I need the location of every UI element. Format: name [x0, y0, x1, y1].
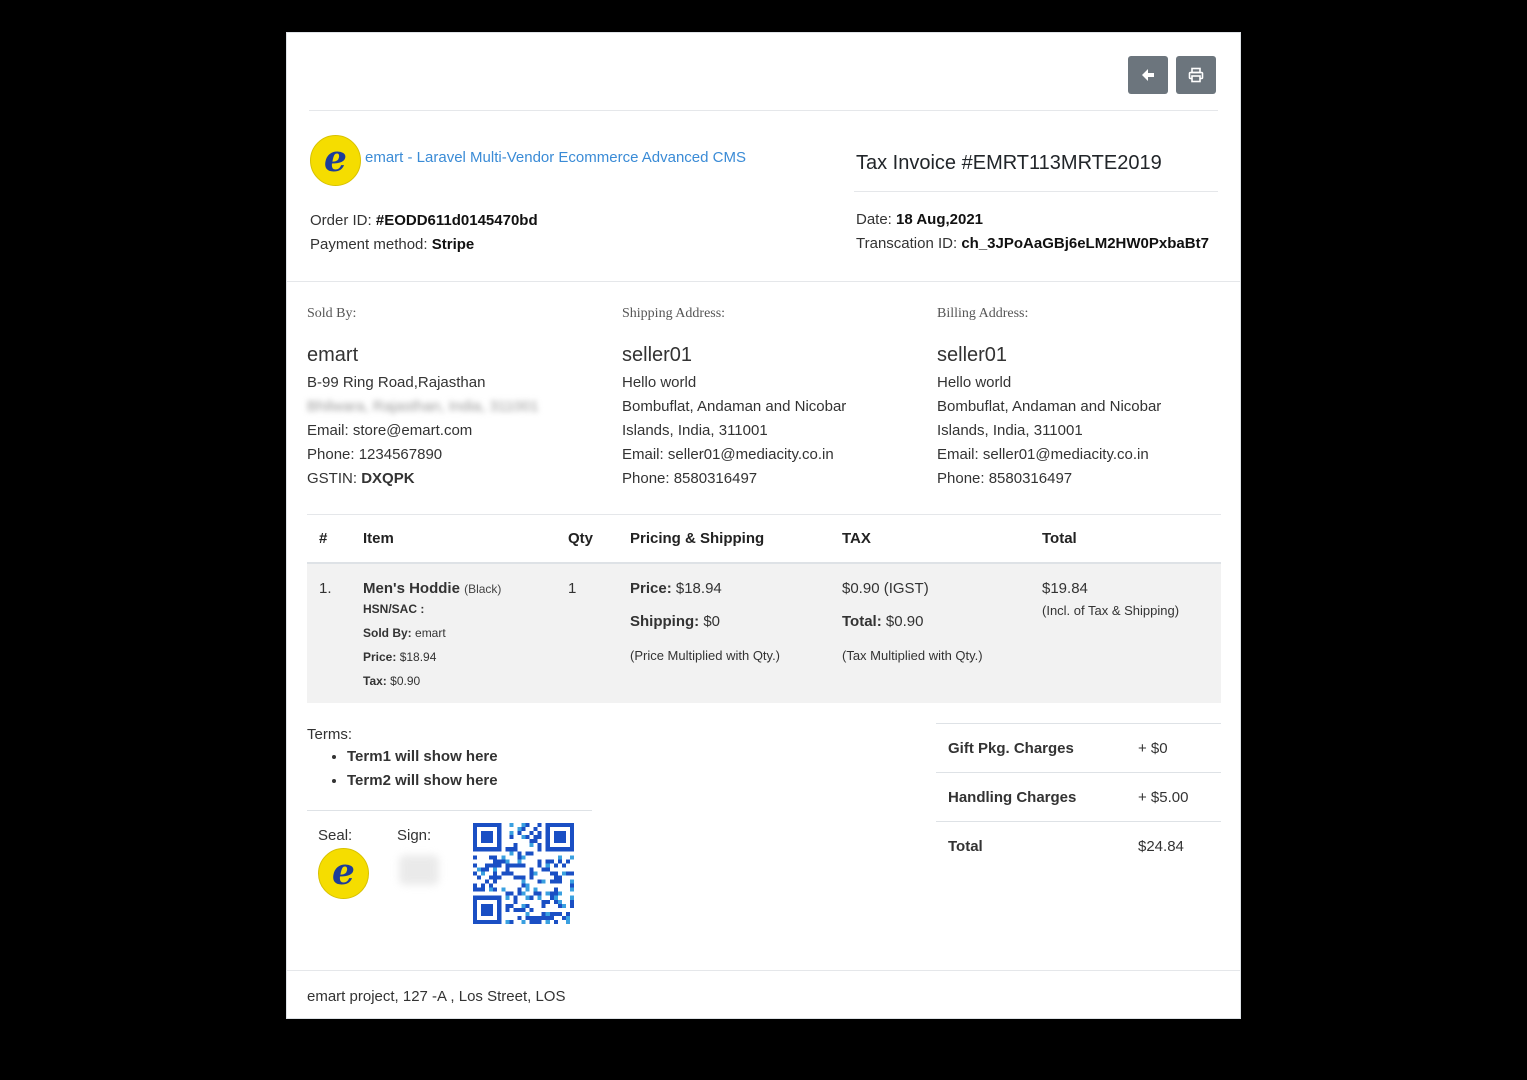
gift-charges-label: Gift Pkg. Charges [936, 723, 1126, 773]
shop-logo: e [310, 135, 361, 186]
seal-image: e [318, 848, 369, 899]
divider [307, 810, 592, 811]
totals-row: Gift Pkg. Charges + $0 [936, 723, 1221, 773]
col-header-pricing: Pricing & Shipping [618, 514, 830, 564]
col-header-tax: TAX [830, 514, 1030, 564]
col-header-num: # [307, 514, 351, 564]
row-num: 1. [307, 562, 351, 703]
col-header-qty: Qty [556, 514, 618, 564]
print-button[interactable] [1176, 56, 1216, 94]
divider [287, 281, 1240, 282]
invoice-title: Tax Invoice #EMRT113MRTE2019 [856, 152, 1162, 174]
sign-label: Sign: [397, 827, 432, 844]
blurred-address: Bhilwara, Rajasthan, India, 311001 [307, 398, 539, 415]
order-meta: Order ID: #EODD611d0145470bd Payment met… [310, 212, 538, 253]
billing-label: Billing Address: [937, 306, 1029, 321]
payment-method: Stripe [431, 236, 475, 253]
qr-code [473, 823, 574, 924]
shipping-address: seller01 Hello world Bombuflat, Andaman … [622, 344, 847, 487]
term-item: Term2 will show here [347, 769, 498, 793]
grand-total-label: Total [936, 821, 1126, 871]
arrow-left-icon [1142, 69, 1154, 81]
row-item: Men's Hoddie (Black) HSN/SAC : Sold By: … [351, 562, 556, 703]
handling-charges-value: + $5.00 [1126, 772, 1221, 822]
table-row: 1. Men's Hoddie (Black) HSN/SAC : Sold B… [307, 562, 1221, 703]
divider [854, 191, 1218, 192]
signature-image [399, 855, 439, 885]
seal-label: Seal: [318, 827, 353, 844]
totals-row: Handling Charges + $5.00 [936, 772, 1221, 822]
toolbar [1128, 56, 1216, 94]
totals-table: Gift Pkg. Charges + $0 Handling Charges … [936, 723, 1221, 871]
shop-name-link[interactable]: emart - Laravel Multi-Vendor Ecommerce A… [365, 149, 746, 166]
handling-charges-label: Handling Charges [936, 772, 1126, 822]
print-icon [1188, 67, 1204, 83]
col-header-item: Item [351, 514, 556, 564]
transaction-id: ch_3JPoAaGBj6eLM2HW0PxbaBt7 [961, 235, 1209, 252]
shipping-label: Shipping Address: [622, 306, 726, 321]
row-pricing: Price: $18.94 Shipping: $0 (Price Multip… [618, 562, 830, 703]
footer-address: emart project, 127 -A , Los Street, LOS [307, 988, 566, 1005]
order-id: #EODD611d0145470bd [375, 212, 538, 229]
row-total: $19.84 (Incl. of Tax & Shipping) [1030, 562, 1221, 703]
gift-charges-value: + $0 [1126, 723, 1221, 773]
divider [287, 970, 1240, 971]
grand-total-value: $24.84 [1126, 821, 1221, 871]
sold-by-address: emart B-99 Ring Road,Rajasthan Bhilwara,… [307, 344, 539, 487]
row-tax: $0.90 (IGST) Total: $0.90 (Tax Multiplie… [830, 562, 1030, 703]
divider [309, 110, 1218, 111]
totals-row: Total $24.84 [936, 821, 1221, 871]
col-header-total: Total [1030, 514, 1221, 564]
invoice-date: 18 Aug,2021 [896, 211, 984, 228]
terms-section: Terms: Term1 will show here Term2 will s… [307, 726, 498, 793]
back-button[interactable] [1128, 56, 1168, 94]
sold-by-label: Sold By: [307, 306, 357, 321]
invoice-card: e emart - Laravel Multi-Vendor Ecommerce… [286, 32, 1241, 1019]
items-table: # Item Qty Pricing & Shipping TAX Total … [307, 514, 1221, 703]
invoice-meta: Date: 18 Aug,2021 Transcation ID: ch_3JP… [856, 211, 1209, 252]
billing-address: seller01 Hello world Bombuflat, Andaman … [937, 344, 1162, 487]
table-header-row: # Item Qty Pricing & Shipping TAX Total [307, 514, 1221, 564]
row-qty: 1 [556, 562, 618, 703]
term-item: Term1 will show here [347, 745, 498, 769]
